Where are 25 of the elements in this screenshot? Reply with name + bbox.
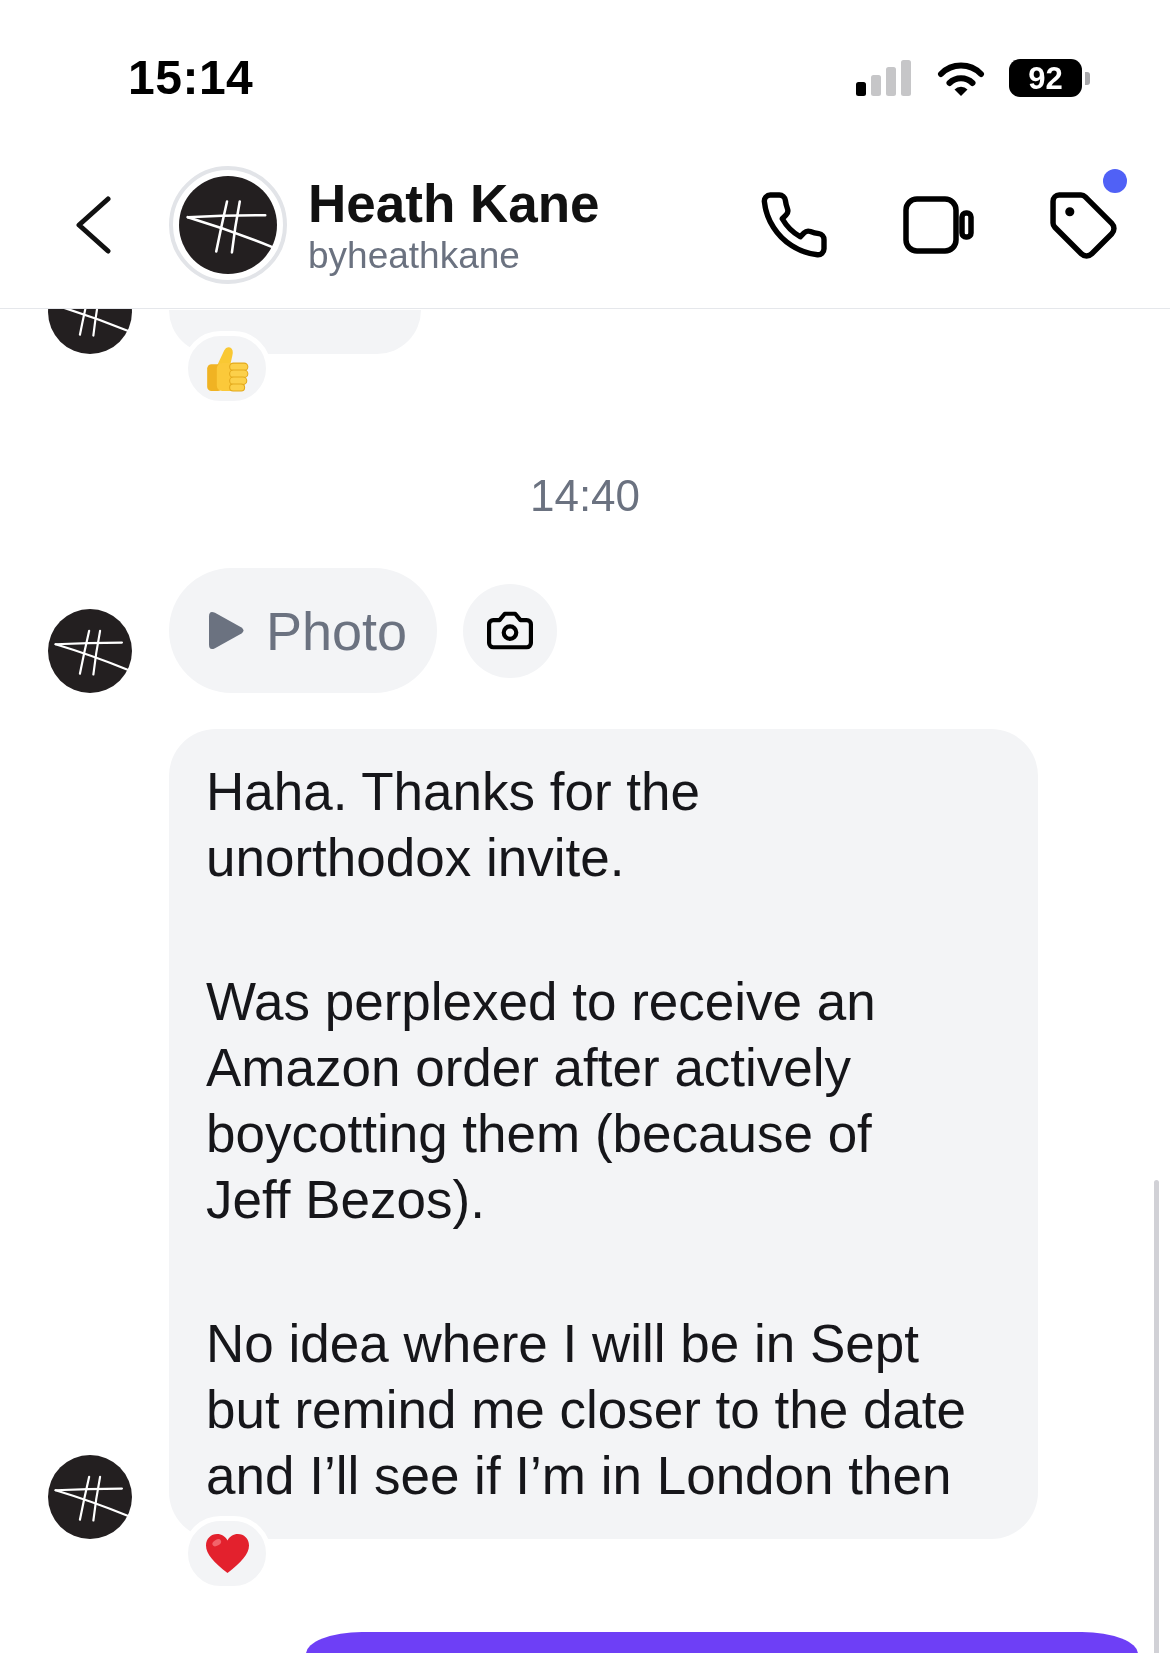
tag-button[interactable] xyxy=(1050,191,1117,259)
contact-username: byheathkane xyxy=(308,234,521,277)
phone-icon xyxy=(761,192,827,258)
message-text: No idea where I will be in Sept but remind me closer to the date and I’ll see if I’m in London then xyxy=(206,1313,968,1507)
signal-icon xyxy=(856,60,913,96)
heart-icon xyxy=(205,1534,249,1573)
play-icon xyxy=(208,611,245,650)
camera-icon xyxy=(487,610,534,651)
message-text: Was perplexed to receive an Amazon order after actively boycotting them (because of Jeff Bezos). xyxy=(206,971,877,1231)
avatar-icon[interactable] xyxy=(48,1455,132,1539)
status-time: 15:14 xyxy=(128,54,254,102)
chevron-left-icon xyxy=(75,196,112,254)
contact-name: Heath Kane xyxy=(308,173,601,234)
tag-icon xyxy=(1050,191,1117,259)
avatar-icon[interactable] xyxy=(48,609,132,693)
thumbs-up-icon xyxy=(205,345,249,392)
video-call-button[interactable] xyxy=(903,196,974,254)
back-button[interactable] xyxy=(75,196,112,254)
avatar-icon[interactable] xyxy=(48,309,132,354)
photo-message[interactable]: Photo xyxy=(169,568,438,693)
message-timestamp: 14:40 xyxy=(529,473,641,519)
message-text: Haha. Thanks for the unorthodox invite. xyxy=(206,761,701,889)
video-camera-icon xyxy=(903,196,974,254)
battery-indicator: 92 xyxy=(1009,59,1090,97)
call-button[interactable] xyxy=(761,192,827,258)
